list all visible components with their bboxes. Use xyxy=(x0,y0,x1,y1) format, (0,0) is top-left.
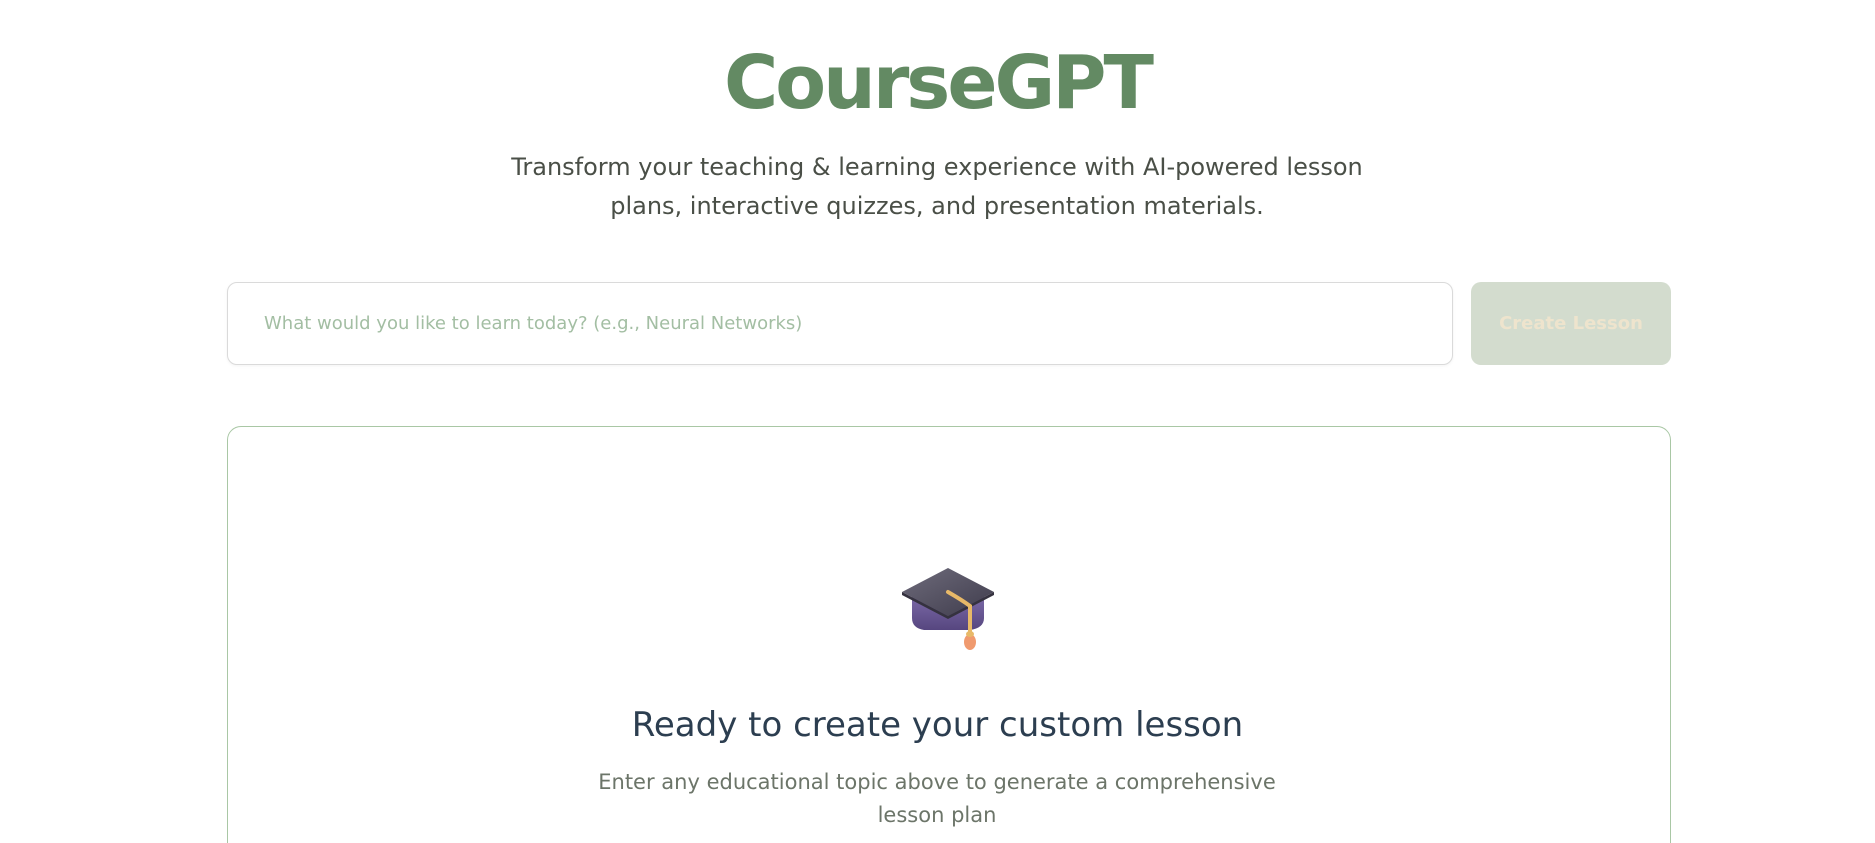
empty-state-description: Enter any educational topic above to gen… xyxy=(598,770,1276,827)
create-lesson-button[interactable]: Create Lesson xyxy=(1471,282,1671,365)
empty-state-heading: Ready to create your custom lesson xyxy=(631,705,1244,745)
app-subtitle: Transform your teaching & learning exper… xyxy=(511,153,1363,220)
topic-input[interactable] xyxy=(227,282,1453,365)
graduation-cap-icon xyxy=(902,568,994,650)
app-title: CourseGPT xyxy=(723,40,1154,126)
